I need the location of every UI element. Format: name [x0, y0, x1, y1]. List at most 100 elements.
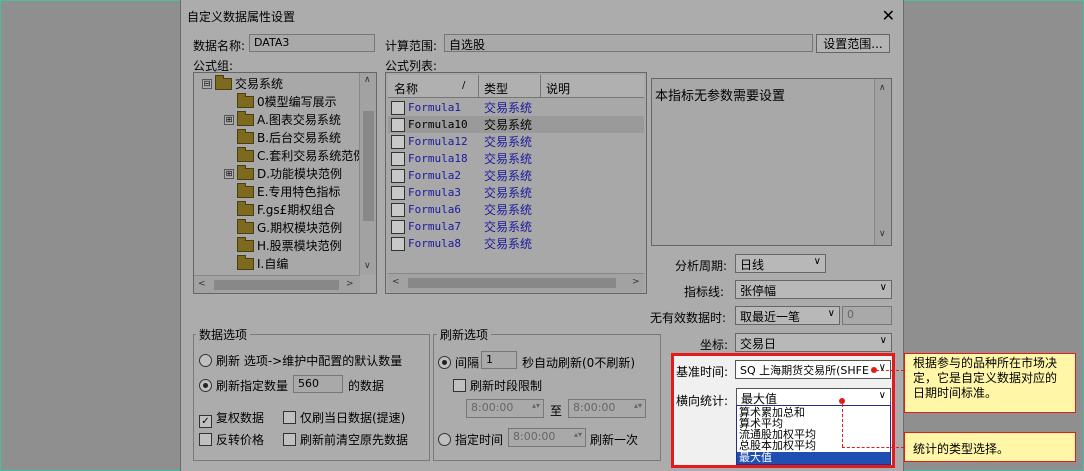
- list-item[interactable]: Formula6 交易系统: [388, 201, 644, 218]
- invalid-data-number[interactable]: 0: [842, 306, 892, 325]
- data-options-title: 数据选项: [196, 326, 251, 343]
- column-divider: [540, 75, 541, 97]
- list-item[interactable]: Formula12 交易系统: [388, 133, 644, 150]
- folder-icon: [237, 92, 254, 108]
- refresh-count-input[interactable]: 560: [293, 375, 343, 393]
- tree-item[interactable]: G.期权模块范例: [224, 218, 343, 236]
- formula-list[interactable]: 名称 / 类型 说明 Formula1 交易系统 Formula10 交易系统 Form…: [385, 72, 647, 294]
- fixed-time-radio[interactable]: 指定时间: [438, 431, 503, 448]
- clear-before-refresh-checkbox[interactable]: 刷新前清空原先数据: [283, 431, 408, 448]
- column-header-type[interactable]: 类型: [484, 80, 508, 97]
- cross-stat-label: 横向统计:: [676, 394, 729, 408]
- from-time-input[interactable]: 8:00:00 ▴▾: [466, 399, 544, 418]
- scroll-left-icon[interactable]: <: [392, 277, 400, 287]
- scroll-right-icon[interactable]: >: [632, 277, 640, 287]
- tree-item[interactable]: I.自编: [224, 254, 288, 272]
- list-item[interactable]: Formula18 交易系统: [388, 150, 644, 167]
- tree-item[interactable]: E.专用特色指标: [224, 182, 340, 200]
- to-time-value: 8:00:00: [573, 401, 616, 414]
- refresh-options-title: 刷新选项: [437, 326, 492, 343]
- list-horizontal-scrollbar[interactable]: < >: [388, 273, 644, 292]
- base-time-select[interactable]: SQ 上海期货交易所(SHFE ∨: [735, 360, 891, 379]
- tree-item[interactable]: ⊟ 交易系统: [202, 74, 283, 92]
- cross-stat-select[interactable]: 最大值 ∨: [736, 388, 891, 406]
- list-item[interactable]: Formula2 交易系统: [388, 167, 644, 184]
- invalid-data-select[interactable]: 取最近一笔 ∨: [735, 306, 840, 325]
- period-select[interactable]: 日线 ∨: [735, 254, 826, 273]
- tree-item[interactable]: 0模型编写展示: [224, 92, 337, 110]
- formula-name: Formula3: [408, 186, 461, 199]
- folder-icon: [237, 200, 254, 216]
- folder-icon: [237, 218, 254, 234]
- tree-item[interactable]: ⊞ A.图表交易系统: [224, 110, 341, 128]
- tree-item[interactable]: B.后台交易系统: [224, 128, 341, 146]
- formula-type: 交易系统: [484, 237, 533, 251]
- reverse-price-checkbox[interactable]: 反转价格: [199, 431, 264, 448]
- today-only-checkbox[interactable]: 仅刷当日数据(提速): [283, 409, 405, 426]
- formula-icon: [391, 185, 405, 200]
- list-item[interactable]: Formula1 交易系统: [388, 99, 644, 116]
- calc-range-input[interactable]: 自选股: [444, 34, 813, 52]
- tree-item[interactable]: ⊞ D.功能模块范例: [224, 164, 342, 182]
- expand-icon[interactable]: ⊞: [224, 168, 234, 179]
- list-item[interactable]: Formula7 交易系统: [388, 218, 644, 235]
- scroll-thumb[interactable]: [214, 280, 339, 290]
- formula-icon: [391, 134, 405, 149]
- refresh-default-radio[interactable]: 刷新 选项->维护中配置的默认数量: [199, 352, 402, 369]
- param-scrollbar[interactable]: ∧ ∨: [874, 79, 891, 245]
- period-limit-checkbox[interactable]: 刷新时段限制: [453, 377, 542, 394]
- scroll-right-icon[interactable]: >: [346, 279, 354, 289]
- tree-vertical-scrollbar[interactable]: ∧ ∨: [359, 73, 376, 275]
- refresh-count-radio[interactable]: 刷新指定数量: [199, 377, 288, 394]
- spinner-icon[interactable]: ▴▾: [634, 401, 642, 410]
- fixed-time-input[interactable]: 8:00:00 ▴▾: [508, 428, 586, 447]
- expand-icon[interactable]: ⊞: [224, 114, 234, 125]
- list-item[interactable]: Formula8 交易系统: [388, 235, 644, 252]
- chevron-down-icon: ∨: [879, 282, 887, 293]
- folder-icon: [237, 128, 254, 144]
- tree-item-label: G.期权模块范例: [257, 221, 343, 235]
- annotation-connector: [842, 447, 904, 448]
- indicator-line-select[interactable]: 张停幅 ∨: [735, 280, 892, 299]
- scroll-down-icon[interactable]: ∨: [879, 229, 886, 239]
- tree-horizontal-scrollbar[interactable]: < >: [194, 275, 360, 293]
- collapse-icon[interactable]: ⊟: [202, 78, 212, 89]
- list-item[interactable]: Formula10 交易系统: [388, 116, 644, 133]
- to-label: 至: [550, 404, 563, 418]
- spinner-icon[interactable]: ▴▾: [532, 401, 540, 410]
- scroll-thumb[interactable]: [363, 111, 374, 221]
- formula-name: Formula12: [408, 135, 468, 148]
- refresh-count-suffix: 的数据: [348, 379, 385, 393]
- base-time-value: SQ 上海期货交易所(SHFE: [740, 364, 869, 377]
- formula-type: 交易系统: [484, 186, 533, 200]
- tree-item[interactable]: F.gs£期权组合: [224, 200, 336, 218]
- spinner-icon[interactable]: ▴▾: [574, 430, 582, 439]
- tree-item[interactable]: C.套利交易系统范例: [224, 146, 365, 164]
- close-icon[interactable]: ✕: [882, 6, 895, 25]
- adj-data-checkbox[interactable]: ✓ 复权数据: [199, 409, 264, 428]
- scroll-up-icon[interactable]: ∧: [879, 83, 886, 93]
- scroll-left-icon[interactable]: <: [198, 279, 206, 289]
- interval-radio[interactable]: 间隔: [438, 354, 479, 371]
- reverse-price-label: 反转价格: [216, 433, 265, 447]
- stat-type-note: 统计的类型选择。: [913, 442, 1010, 456]
- axis-select[interactable]: 交易日 ∨: [735, 333, 892, 352]
- annotation-connector: [842, 404, 843, 447]
- scroll-up-icon[interactable]: ∧: [364, 75, 371, 85]
- tree-item-label: 0模型编写展示: [257, 95, 337, 109]
- formula-group-tree[interactable]: ⊟ 交易系统 0模型编写展示 ⊞ A.图表交易系统 B.后台交易系统 C.套利交易系统范例 ⊞…: [193, 72, 377, 294]
- tree-item[interactable]: H.股票模块范例: [224, 236, 342, 254]
- folder-icon: [237, 182, 254, 198]
- scroll-down-icon[interactable]: ∨: [364, 261, 371, 271]
- interval-input[interactable]: 1: [481, 351, 517, 369]
- set-range-button[interactable]: 设置范围...: [816, 34, 890, 53]
- to-time-input[interactable]: 8:00:00 ▴▾: [568, 399, 646, 418]
- scroll-thumb[interactable]: [408, 278, 616, 288]
- column-header-name[interactable]: 名称: [394, 80, 418, 97]
- list-item[interactable]: Formula3 交易系统: [388, 184, 644, 201]
- cross-stat-dropdown[interactable]: 算术累加总和 算术平均 流通股加权平均 总股本加权平均 最大值: [736, 405, 891, 465]
- column-header-desc[interactable]: 说明: [546, 80, 570, 97]
- dropdown-option-selected[interactable]: 最大值: [737, 452, 890, 464]
- data-name-input[interactable]: DATA3: [249, 34, 375, 52]
- tree-item-label: F.gs£期权组合: [257, 203, 336, 217]
